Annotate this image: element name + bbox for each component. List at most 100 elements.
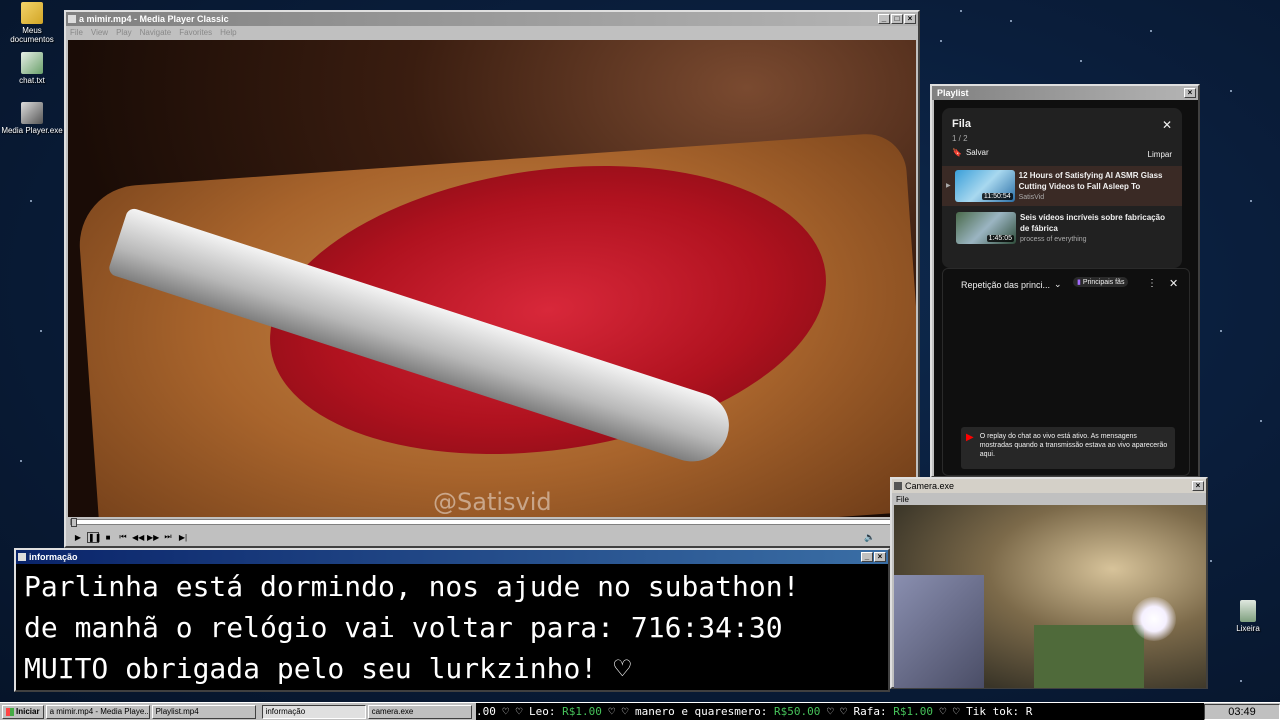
taskbar-item-camera[interactable]: camera.exe: [367, 704, 472, 719]
taskbar-item-label: Playlist.mp4: [155, 707, 199, 716]
menu-navigate[interactable]: Navigate: [140, 28, 172, 37]
menu-favorites[interactable]: Favorites: [179, 28, 212, 37]
close-queue-icon[interactable]: ✕: [1162, 118, 1172, 132]
system-clock[interactable]: 03:49: [1204, 704, 1280, 720]
info-message: Parlinha está dormindo, nos ajude no sub…: [18, 564, 886, 690]
queue-panel: Fila 1 / 2 ✕ 🔖 Salvar Limpar ▶ 11:50:54 …: [942, 108, 1182, 268]
playing-indicator-icon: ▶: [946, 183, 951, 189]
minimize-button[interactable]: _: [861, 552, 873, 562]
close-chat-icon[interactable]: ✕: [1169, 277, 1178, 290]
ticker-text: ♡ ♡ Tik tok: R: [933, 705, 1033, 718]
taskbar-item-info[interactable]: informação: [261, 704, 366, 719]
desktop-icon-recycle-bin[interactable]: Lixeira: [1216, 600, 1280, 633]
duration: 1:45:05: [986, 235, 1014, 242]
ticker-text: ♡ ♡ Rafa:: [820, 705, 894, 718]
desktop-icon-documents[interactable]: Meus documentos: [0, 2, 64, 44]
windows-logo-icon: [6, 707, 14, 716]
rewind-icon[interactable]: ◀◀: [132, 533, 144, 542]
playlist-window: Playlist × Fila 1 / 2 ✕ 🔖 Salvar Limpar …: [930, 84, 1200, 478]
start-label: Iniciar: [16, 707, 40, 716]
desktop-icon-label: Media Player.exe: [1, 126, 63, 135]
duration: 11:50:54: [981, 193, 1013, 200]
video-title: 12 Hours of Satisfying AI ASMR Glass Cut…: [1018, 171, 1163, 191]
menu-file[interactable]: File: [70, 28, 83, 37]
close-button[interactable]: ×: [904, 14, 916, 24]
menu-play[interactable]: Play: [116, 28, 132, 37]
close-button[interactable]: ×: [1184, 88, 1196, 98]
close-button[interactable]: ×: [1192, 481, 1204, 491]
ticker-amount: R$1.00: [562, 705, 602, 718]
video-thumbnail: 11:50:54: [954, 170, 1015, 202]
playback-controls: ▶ ❚❚ ■ ⏮ ◀◀ ▶▶ ⏭ ▶|: [68, 530, 189, 544]
app-icon: [894, 482, 902, 490]
top-fans-badge[interactable]: ▮ Principais fãs: [1073, 277, 1129, 287]
desktop-icon-label: chat.txt: [19, 76, 45, 85]
volume-icon[interactable]: 🔈: [864, 532, 875, 543]
ticker-text: ♡ ♡ manero e quaresmero:: [601, 705, 775, 718]
menu-file[interactable]: File: [896, 495, 909, 504]
chat-mode-label: Repetição das princi...: [961, 279, 1051, 290]
bookmark-icon: 🔖: [952, 148, 962, 157]
taskbar: Iniciar a mimir.mp4 - Media Playe... Pla…: [0, 702, 1280, 720]
video-title: Seis vídeos incríveis sobre fabricação d…: [1020, 213, 1165, 233]
webcam-feed: [894, 505, 1206, 688]
skip-forward-icon[interactable]: ⏭: [162, 532, 174, 542]
frame-step-icon[interactable]: ▶|: [177, 533, 189, 542]
menu-help[interactable]: Help: [220, 28, 236, 37]
youtube-icon: ▶: [966, 432, 974, 443]
desktop-icon-media-player[interactable]: Media Player.exe: [0, 102, 64, 135]
media-player-titlebar[interactable]: a mimir.mp4 - Media Player Classic _ □ ×: [66, 12, 918, 26]
app-icon: [18, 553, 26, 561]
taskbar-item-playlist[interactable]: Playlist.mp4: [151, 704, 256, 719]
playlist-titlebar[interactable]: Playlist ×: [932, 86, 1198, 100]
window-title: Camera.exe: [905, 481, 955, 491]
replay-notice: ▶ O replay do chat ao vivo está ativo. A…: [961, 427, 1175, 469]
app-icon: [68, 15, 76, 23]
pause-icon[interactable]: ❚❚: [87, 531, 101, 543]
window-title: Playlist: [937, 88, 969, 98]
camera-window: Camera.exe × File: [890, 477, 1208, 689]
info-line: Parlinha está dormindo, nos ajude no sub…: [24, 570, 800, 603]
seek-thumb[interactable]: [71, 518, 77, 527]
forward-icon[interactable]: ▶▶: [147, 533, 159, 542]
save-label: Salvar: [965, 148, 989, 157]
text-file-icon: [21, 52, 43, 74]
replay-notice-text: O replay do chat ao vivo está ativo. As …: [979, 433, 1168, 458]
menu-view[interactable]: View: [91, 28, 108, 37]
queue-position: 1 / 2: [952, 134, 968, 143]
window-title: a mimir.mp4 - Media Player Classic: [79, 14, 229, 24]
clear-button[interactable]: Limpar: [1148, 150, 1172, 159]
chat-panel: Repetição das princi... ⌄ ▮ Principais f…: [942, 268, 1190, 476]
info-titlebar[interactable]: informação _ ×: [16, 550, 888, 564]
seek-bar[interactable]: [70, 518, 914, 527]
desk-image: [1034, 625, 1144, 688]
play-icon[interactable]: ▶: [72, 533, 84, 542]
camera-titlebar[interactable]: Camera.exe ×: [892, 479, 1206, 493]
chat-mode-dropdown[interactable]: Repetição das princi... ⌄: [961, 279, 1062, 290]
queue-item[interactable]: ▶ 11:50:54 12 Hours of Satisfying AI ASM…: [946, 170, 1169, 202]
media-player-window: a mimir.mp4 - Media Player Classic _ □ ×…: [64, 10, 920, 548]
desktop-icon-label: Meus documentos: [10, 26, 54, 44]
stop-icon[interactable]: ■: [102, 533, 114, 542]
close-button[interactable]: ×: [874, 552, 886, 562]
desktop-icon-label: Lixeira: [1236, 624, 1260, 633]
channel-name: SatisVid: [1018, 194, 1045, 201]
bed-image: [894, 575, 984, 688]
more-options-icon[interactable]: ⋮: [1147, 278, 1157, 289]
start-button[interactable]: Iniciar: [2, 704, 44, 719]
donation-ticker: .00 ♡ ♡ Leo: R$1.00 ♡ ♡ manero e quaresm…: [476, 703, 1204, 720]
info-window: informação _ × Parlinha está dormindo, n…: [14, 548, 890, 692]
skip-back-icon[interactable]: ⏮: [117, 532, 129, 542]
channel-name: process of everything: [1020, 236, 1087, 243]
maximize-button[interactable]: □: [891, 14, 903, 24]
info-line: MUITO obrigada pelo seu lurkzinho! ♡: [24, 652, 631, 685]
queue-item[interactable]: 1:45:05 Seis vídeos incríveis sobre fabr…: [956, 212, 1170, 244]
save-button[interactable]: 🔖 Salvar: [952, 148, 989, 157]
menu-bar: File View Play Navigate Favorites Help: [66, 26, 918, 39]
minimize-button[interactable]: _: [878, 14, 890, 24]
info-line: de manhã o relógio vai voltar para: 716:…: [24, 611, 783, 644]
queue-heading: Fila: [952, 118, 971, 130]
desktop-icon-chat[interactable]: chat.txt: [0, 52, 64, 85]
video-frame[interactable]: @Satisvid: [68, 40, 916, 517]
taskbar-item-media-player[interactable]: a mimir.mp4 - Media Playe...: [45, 704, 150, 719]
